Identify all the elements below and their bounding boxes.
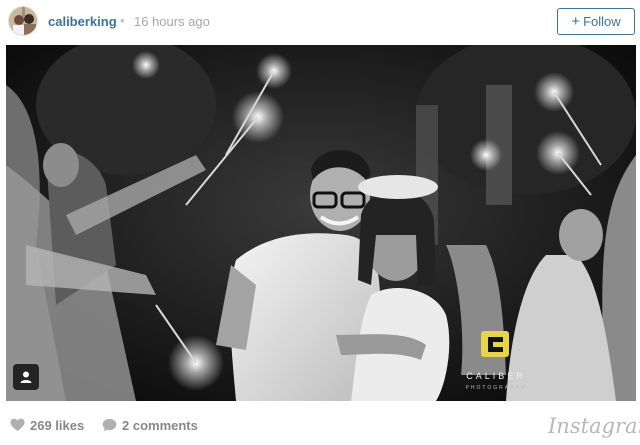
post-footer: 269 likes 2 comments Instagram xyxy=(0,405,640,445)
comment-icon[interactable] xyxy=(102,418,117,437)
instagram-logo[interactable]: Instagram xyxy=(548,414,640,438)
post-timestamp[interactable]: 16 hours ago xyxy=(134,14,210,29)
follow-button[interactable]: + Follow xyxy=(557,8,635,35)
separator-dot: • xyxy=(120,13,125,28)
photo-image: CALIBER PHOTOGRAPHY xyxy=(6,45,636,401)
watermark-sub: PHOTOGRAPHY xyxy=(466,385,527,391)
watermark-main: CALIBER xyxy=(466,371,526,381)
username-link[interactable]: caliberking xyxy=(48,14,117,29)
comments-count[interactable]: 2 comments xyxy=(122,418,198,433)
user-tag-icon[interactable] xyxy=(13,364,39,390)
avatar[interactable] xyxy=(8,6,38,36)
plus-icon: + xyxy=(571,13,581,30)
follow-label: Follow xyxy=(583,14,621,29)
likes-count[interactable]: 269 likes xyxy=(30,418,84,433)
post-photo[interactable]: CALIBER PHOTOGRAPHY xyxy=(6,45,636,401)
caliber-logo-icon xyxy=(481,331,509,357)
heart-icon[interactable] xyxy=(10,418,25,437)
post-header: caliberking • 16 hours ago + Follow xyxy=(0,0,640,44)
